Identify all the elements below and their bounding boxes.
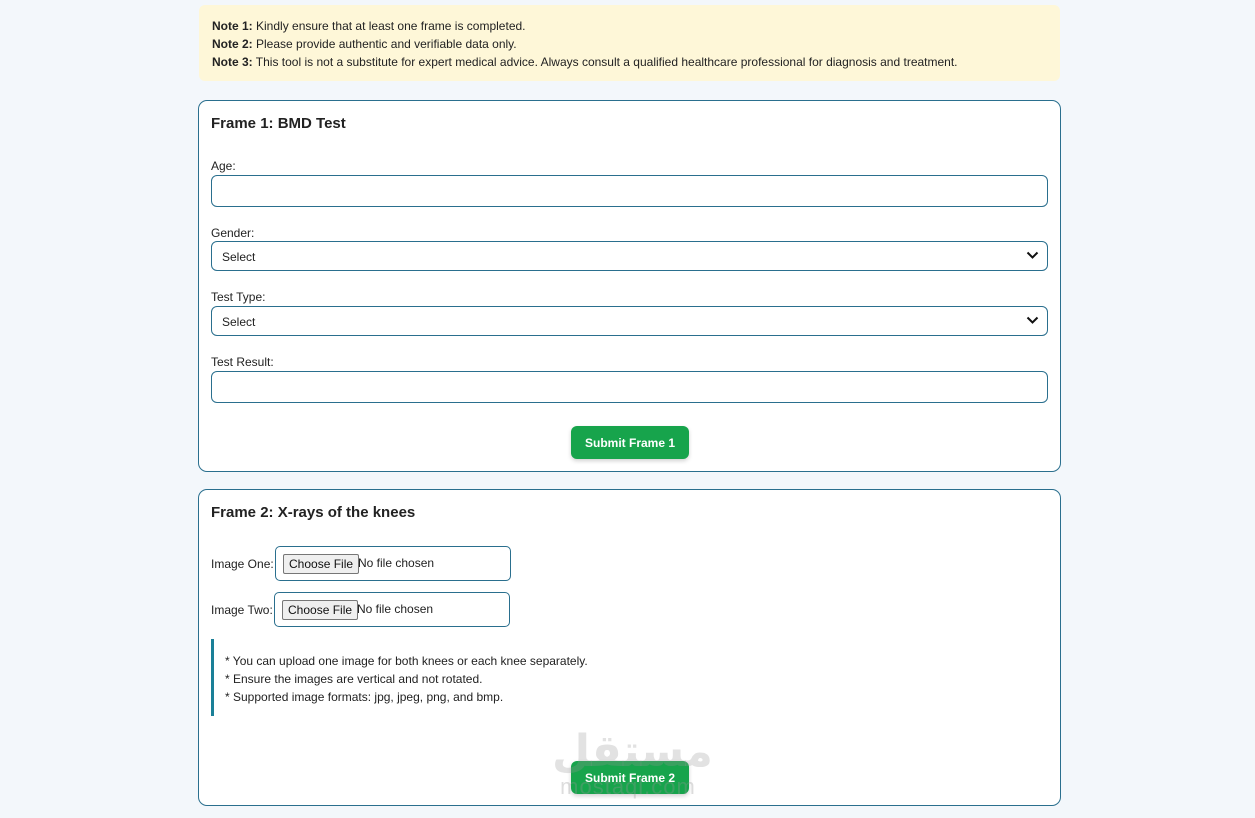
test-result-input[interactable]: [211, 371, 1048, 403]
image-one-file-input[interactable]: Choose File No file chosen: [275, 546, 511, 581]
frame-xray-knees: Frame 2: X-rays of the knees Image One: …: [198, 489, 1061, 806]
test-result-label: Test Result:: [211, 355, 274, 369]
frame1-title: Frame 1: BMD Test: [211, 115, 346, 132]
image-two-choose-file-button[interactable]: Choose File: [282, 600, 359, 620]
image-one-no-file-text: No file chosen: [358, 556, 435, 570]
submit-frame1-button[interactable]: Submit Frame 1: [571, 426, 689, 459]
frame-bmd-test: Frame 1: BMD Test Age: Gender: Select Te…: [198, 100, 1061, 472]
test-type-select-value: Select: [222, 315, 256, 329]
gender-select[interactable]: Select: [211, 241, 1048, 271]
test-type-label: Test Type:: [211, 290, 266, 304]
upload-instructions: * You can upload one image for both knee…: [211, 639, 611, 716]
note-1: Note 1: Kindly ensure that at least one …: [212, 19, 526, 33]
image-two-label: Image Two:: [211, 603, 273, 617]
image-two-file-input[interactable]: Choose File No file chosen: [274, 592, 510, 627]
image-one-choose-file-button[interactable]: Choose File: [283, 554, 360, 574]
chevron-down-icon: [1026, 251, 1039, 259]
notes-panel: Note 1: Kindly ensure that at least one …: [199, 5, 1060, 81]
frame2-title: Frame 2: X-rays of the knees: [211, 504, 416, 521]
age-label: Age:: [211, 159, 236, 173]
note-2: Note 2: Please provide authentic and ver…: [212, 37, 517, 51]
gender-label: Gender:: [211, 226, 255, 240]
gender-select-value: Select: [222, 250, 256, 264]
test-type-select[interactable]: Select: [211, 306, 1048, 336]
instruction-item: * You can upload one image for both knee…: [225, 654, 588, 668]
instruction-item: * Supported image formats: jpg, jpeg, pn…: [225, 690, 504, 704]
note-3: Note 3: This tool is not a substitute fo…: [212, 55, 958, 69]
submit-frame2-button[interactable]: Submit Frame 2: [571, 761, 689, 794]
image-two-no-file-text: No file chosen: [357, 602, 434, 616]
image-one-label: Image One:: [211, 557, 274, 571]
age-input[interactable]: [211, 175, 1048, 207]
instruction-item: * Ensure the images are vertical and not…: [225, 672, 483, 686]
chevron-down-icon: [1026, 316, 1039, 324]
